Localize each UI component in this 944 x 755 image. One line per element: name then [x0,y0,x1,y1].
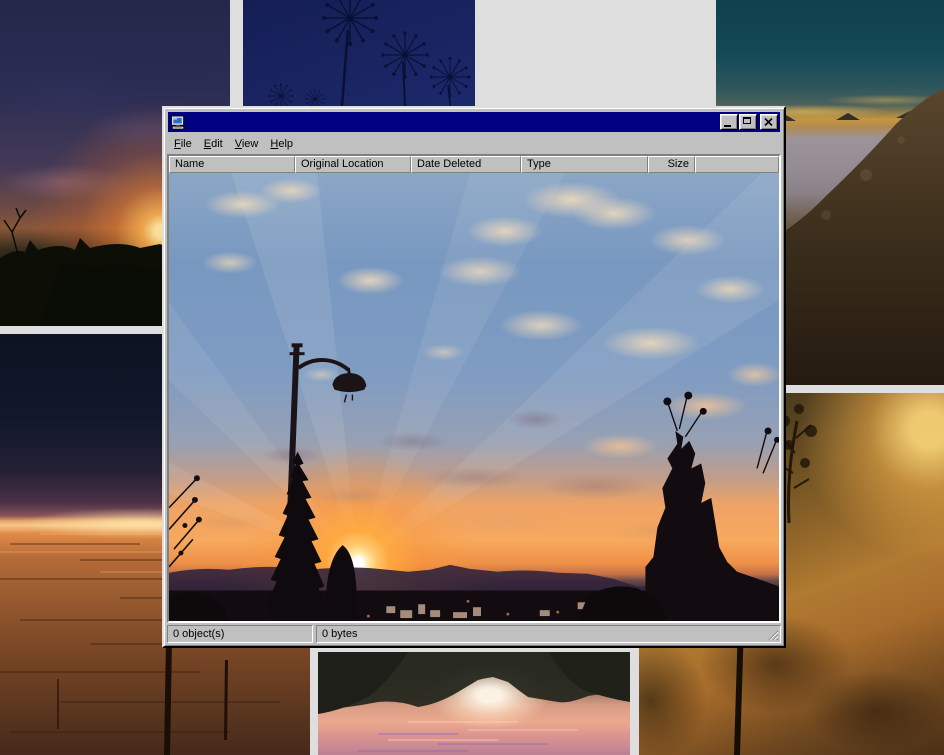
desktop-background: File Edit View Help Name Original Locati… [0,0,944,755]
computer-icon[interactable] [170,115,186,130]
menu-bar: File Edit View Help [167,132,781,154]
menu-file[interactable]: File [168,136,198,152]
menu-help[interactable]: Help [264,136,299,152]
cypress-tree [267,452,329,621]
sunset-silhouettes [169,173,779,621]
menu-edit[interactable]: Edit [198,136,229,152]
maximize-icon [743,117,751,124]
column-header-type[interactable]: Type [521,156,648,173]
status-object-count: 0 object(s) [167,625,313,643]
recycle-bin-window: File Edit View Help Name Original Locati… [162,106,786,648]
close-icon [764,118,773,126]
reflection-silhouette [318,652,630,755]
maximize-button[interactable] [739,114,757,130]
status-size-text: 0 bytes [322,628,357,640]
menu-view[interactable]: View [229,136,265,152]
column-header-filler [695,156,779,173]
column-header-date-deleted[interactable]: Date Deleted [411,156,521,173]
column-header-original-location[interactable]: Original Location [295,156,411,173]
gallery-photo-water-reflection [318,652,630,755]
sunset-sky-photo [169,173,779,621]
status-bar: 0 object(s) 0 bytes [167,625,781,643]
minimize-icon [724,125,731,127]
column-header-size[interactable]: Size [648,156,695,173]
list-content-area[interactable] [169,173,779,621]
file-list-view: Name Original Location Date Deleted Type… [167,154,781,623]
resize-grip-icon[interactable] [766,628,779,641]
minimize-button[interactable] [720,114,738,130]
column-header-row: Name Original Location Date Deleted Type… [169,156,779,173]
close-button[interactable] [760,114,778,130]
status-size-panel: 0 bytes [316,625,781,643]
left-branches [169,476,201,567]
window-titlebar[interactable] [168,112,780,132]
small-bush [324,545,358,621]
column-header-name[interactable]: Name [169,156,295,173]
